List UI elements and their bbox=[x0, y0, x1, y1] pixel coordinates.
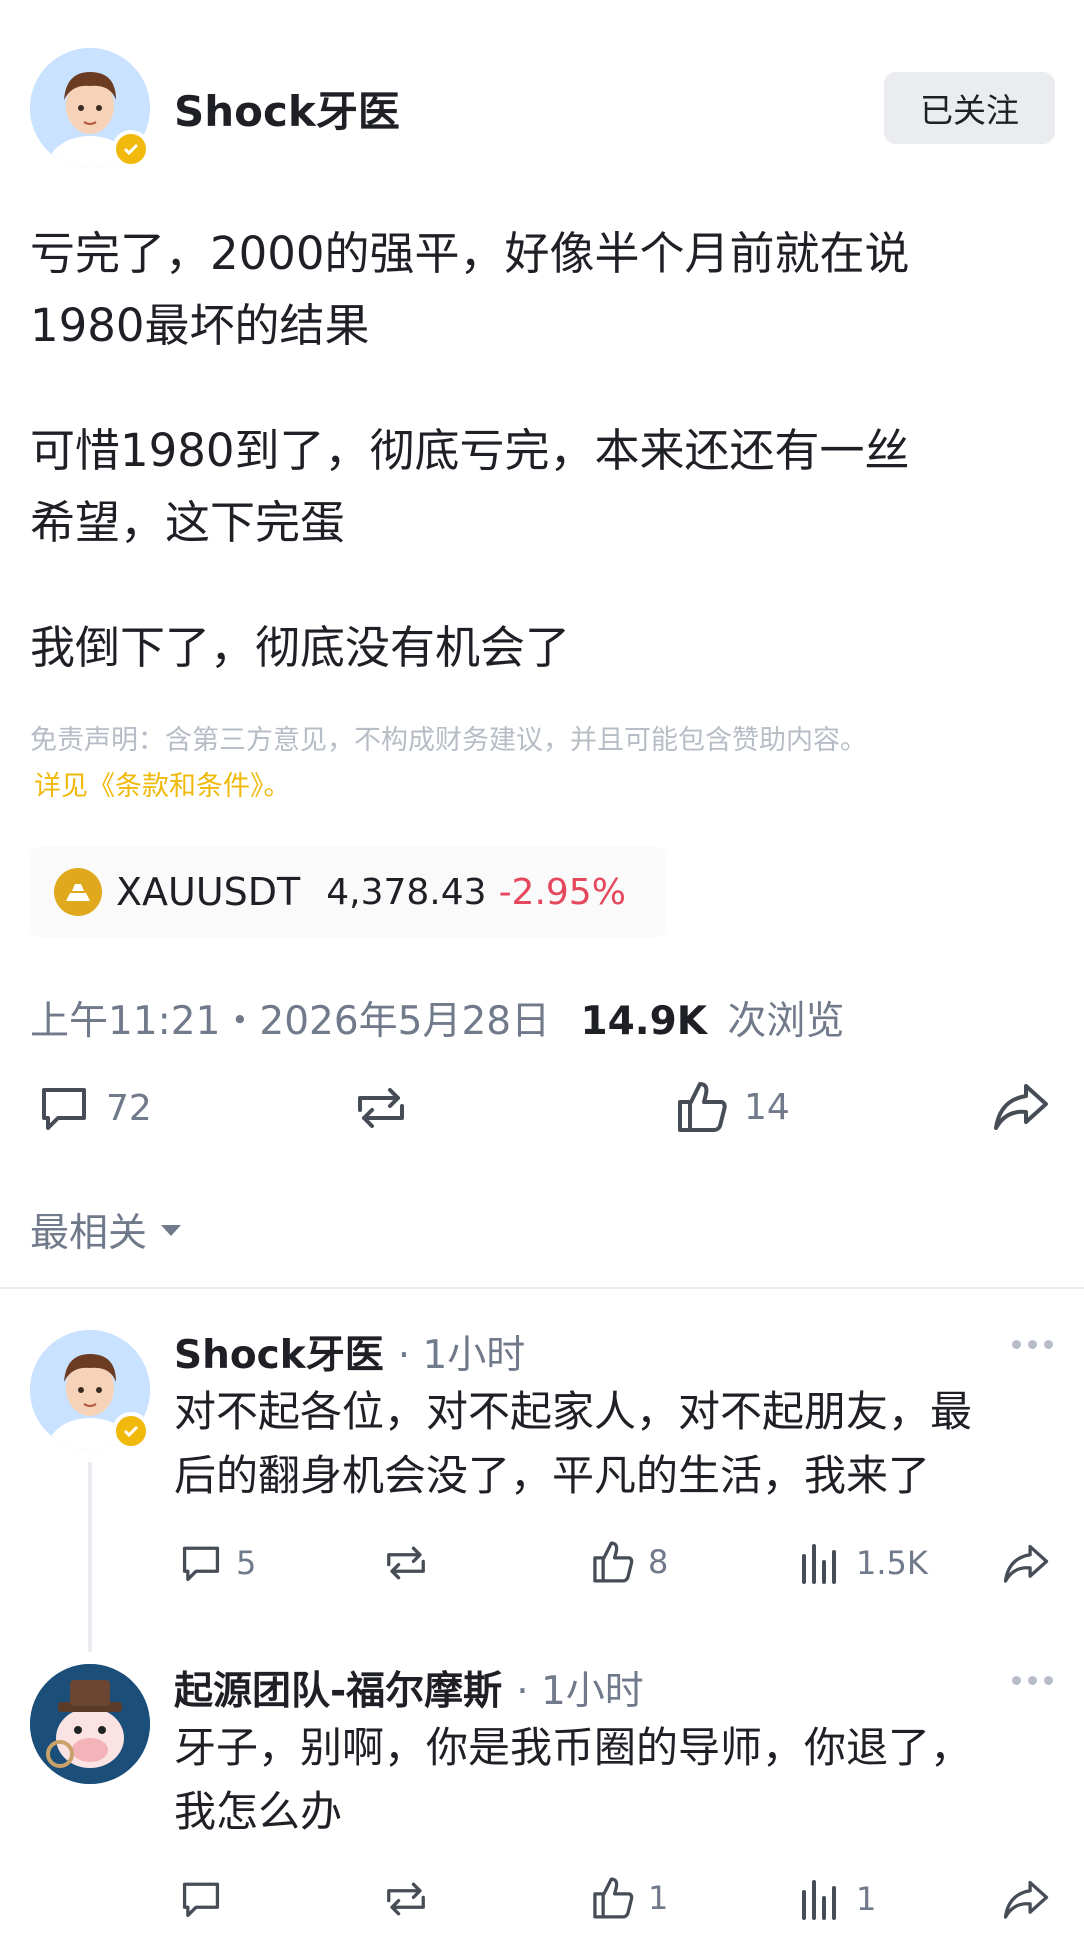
ticker-symbol: XAUUSDT bbox=[116, 870, 301, 914]
comment-count: 72 bbox=[106, 1087, 152, 1129]
ticker-price: 4,378.43 bbox=[326, 871, 487, 913]
comment-like-count: 1 bbox=[648, 1879, 669, 1917]
comment-like-count: 8 bbox=[648, 1543, 669, 1581]
post-time: 上午11:21・2026年5月28日 bbox=[30, 999, 551, 1044]
sort-dropdown[interactable]: 最相关 bbox=[30, 1202, 183, 1258]
caret-down-icon bbox=[161, 1225, 182, 1236]
comment-view-count: 1.5K bbox=[856, 1544, 928, 1582]
views-label: 次浏览 bbox=[727, 999, 845, 1044]
author-avatar[interactable] bbox=[30, 48, 150, 168]
bar-chart-icon bbox=[802, 1880, 836, 1920]
post-paragraph-2: 可惜1980到了，彻底亏完，本来还还有一丝 希望，这下完蛋 bbox=[30, 415, 910, 559]
thumbs-up-icon bbox=[678, 1082, 727, 1132]
thumbs-up-icon bbox=[593, 1541, 634, 1583]
comment-header: Shock牙医 · 1小时 bbox=[174, 1324, 525, 1380]
verified-badge-icon bbox=[112, 130, 150, 168]
disclaimer-text: 免责声明：含第三方意见，不构成财务建议，并且可能包含赞助内容。 bbox=[30, 725, 867, 756]
comment-line: 我怎么办 bbox=[174, 1787, 343, 1836]
post-paragraph-1: 亏完了，2000的强平，好像半个月前就在说 1980最坏的结果 bbox=[30, 218, 910, 362]
gold-coin-icon bbox=[54, 868, 102, 916]
comment-button[interactable]: 72 bbox=[36, 1080, 152, 1136]
repost-icon bbox=[387, 1546, 425, 1580]
comment-views: 1.5K bbox=[798, 1540, 928, 1586]
views-count: 14.9K bbox=[580, 999, 707, 1044]
like-count: 14 bbox=[744, 1086, 790, 1128]
author-name[interactable]: Shock牙医 bbox=[174, 78, 400, 139]
post-paragraph-3: 我倒下了，彻底没有机会了 bbox=[30, 612, 570, 684]
post-line: 可惜1980到了，彻底亏完，本来还还有一丝 bbox=[30, 424, 910, 477]
post-line: 亏完了，2000的强平，好像半个月前就在说 bbox=[30, 227, 910, 280]
bar-chart-icon bbox=[802, 1544, 836, 1584]
comment-header: 起源团队-福尔摩斯 · 1小时 bbox=[174, 1660, 644, 1716]
divider bbox=[0, 1287, 1084, 1289]
repost-icon bbox=[358, 1088, 404, 1128]
share-icon bbox=[994, 1084, 1048, 1130]
thumbs-up-icon bbox=[593, 1877, 634, 1919]
comment-like-button[interactable]: 8 bbox=[590, 1538, 668, 1586]
thread-line bbox=[88, 1462, 92, 1652]
comment-repost-button[interactable] bbox=[380, 1876, 432, 1922]
post-line: 希望，这下完蛋 bbox=[30, 496, 346, 549]
following-button[interactable]: 已关注 bbox=[884, 72, 1055, 144]
ticker-change: -2.95% bbox=[498, 871, 626, 913]
comment-icon bbox=[182, 1882, 220, 1918]
post-line: 我倒下了，彻底没有机会了 bbox=[30, 621, 571, 674]
comment-share-button[interactable] bbox=[1002, 1540, 1050, 1586]
post-line: 1980最坏的结果 bbox=[30, 299, 370, 352]
post-meta: 上午11:21・2026年5月28日 14.9K 次浏览 bbox=[30, 990, 844, 1046]
comment-line: 后的翻身机会没了，平凡的生活，我来了 bbox=[174, 1451, 931, 1500]
comment-line: 对不起各位，对不起家人，对不起朋友，最 bbox=[174, 1387, 973, 1436]
more-options-icon[interactable] bbox=[1012, 1676, 1053, 1685]
comment-like-button[interactable]: 1 bbox=[590, 1874, 668, 1922]
more-options-icon[interactable] bbox=[1012, 1340, 1053, 1349]
comment-views: 1 bbox=[798, 1876, 876, 1922]
share-icon bbox=[1003, 1880, 1049, 1919]
comment-reply-button[interactable] bbox=[178, 1876, 236, 1922]
like-button[interactable]: 14 bbox=[674, 1078, 790, 1136]
comment-text: 对不起各位，对不起家人，对不起朋友，最 后的翻身机会没了，平凡的生活，我来了 bbox=[174, 1380, 972, 1508]
comment-author[interactable]: Shock牙医 bbox=[174, 1324, 384, 1380]
ticker-chip[interactable]: XAUUSDT 4,378.43 -2.95% bbox=[30, 847, 666, 937]
comment-line: 牙子，别啊，你是我币圈的导师，你退了， bbox=[174, 1723, 973, 1772]
sort-label: 最相关 bbox=[30, 1211, 148, 1256]
comment-time: · 1小时 bbox=[397, 1333, 526, 1378]
comment-avatar[interactable] bbox=[30, 1664, 150, 1784]
repost-button[interactable] bbox=[350, 1080, 412, 1136]
comment-icon bbox=[182, 1546, 220, 1582]
verified-badge-icon bbox=[112, 1412, 150, 1450]
comment-text: 牙子，别啊，你是我币圈的导师，你退了， 我怎么办 bbox=[174, 1716, 972, 1844]
comment-icon bbox=[42, 1088, 86, 1130]
terms-link[interactable]: 详见《条款和条件》。 bbox=[34, 764, 291, 803]
comment-time: · 1小时 bbox=[516, 1669, 644, 1714]
share-button[interactable] bbox=[992, 1078, 1050, 1134]
reply-count: 5 bbox=[236, 1544, 257, 1582]
comment-repost-button[interactable] bbox=[380, 1540, 432, 1586]
comment-share-button[interactable] bbox=[1002, 1876, 1050, 1922]
detective-cow-avatar-image bbox=[30, 1664, 150, 1784]
comment-author[interactable]: 起源团队-福尔摩斯 bbox=[174, 1660, 502, 1716]
comment-reply-button[interactable]: 5 bbox=[178, 1540, 256, 1586]
share-icon bbox=[1003, 1544, 1049, 1583]
comment-view-count: 1 bbox=[856, 1880, 877, 1918]
comment-avatar[interactable] bbox=[30, 1330, 150, 1450]
repost-icon bbox=[387, 1882, 425, 1916]
